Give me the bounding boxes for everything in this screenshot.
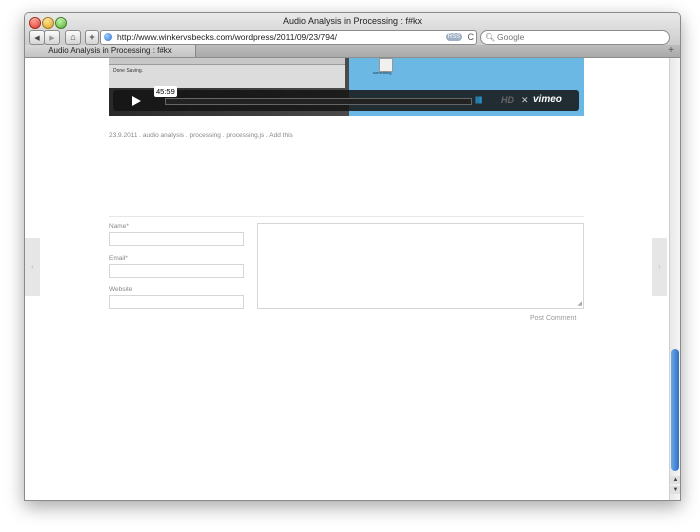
volume-icon[interactable]: |||||||| [475,97,482,104]
comment-textarea[interactable]: ◢ [257,223,584,309]
add-bookmark-button[interactable]: + [85,30,99,45]
search-input[interactable] [497,31,657,44]
tab-bar: Audio Analysis in Processing : f#kx + [25,45,680,57]
forward-button[interactable]: ▶ [44,30,60,45]
video-screen: Done Saving. [109,58,345,88]
desktop-file-label: something [373,70,392,75]
video-done-text: Done Saving. [113,68,144,74]
vimeo-logo[interactable]: vimeo [533,94,562,105]
website-label: Website [109,286,133,293]
fullscreen-icon[interactable]: ✕ [521,95,529,106]
video-progress-bar[interactable] [165,98,472,105]
rss-icon[interactable]: RSS [446,33,462,41]
page-content: Done Saving. something 45:59 |||||||| HD… [25,58,669,500]
globe-icon [104,33,112,41]
chevron-left-icon: ‹ [31,262,34,271]
email-label: Email* [109,255,128,262]
video-time: 45:59 [154,86,177,97]
video-screen-bar [109,58,345,65]
post-comment-button[interactable]: Post Comment [530,315,576,322]
scrollbar-thumb[interactable] [671,349,679,471]
next-post-arrow[interactable]: › [652,238,667,296]
home-button[interactable]: ⌂ [65,30,81,45]
name-field[interactable] [109,232,244,246]
chevron-right-icon: › [658,262,661,271]
play-icon[interactable] [123,93,149,109]
back-icon: ◀ [34,35,40,42]
new-tab-button[interactable]: + [668,45,674,57]
email-field[interactable] [109,264,244,278]
address-bar[interactable]: http://www.winkervsbecks.com/wordpress/2… [100,30,477,45]
comment-divider [109,216,584,217]
video-player[interactable]: Done Saving. something 45:59 |||||||| HD… [109,58,584,116]
name-label: Name* [109,223,129,230]
add-bookmark-icon: + [89,32,95,42]
back-button[interactable]: ◀ [29,30,45,45]
video-controls: 45:59 |||||||| HD ✕ vimeo [113,86,579,111]
window-title: Audio Analysis in Processing : f#kx [282,16,423,26]
website-field[interactable] [109,295,244,309]
prev-post-arrow[interactable]: ‹ [25,238,40,296]
browser-window: Audio Analysis in Processing : f#kx ◀ ▶ … [24,12,681,501]
home-icon: ⌂ [70,32,76,42]
reload-icon[interactable]: C [468,31,475,44]
tab-active[interactable]: Audio Analysis in Processing : f#kx [25,45,196,57]
scroll-down-icon[interactable]: ▼ [670,486,680,494]
resize-grip-icon[interactable]: ◢ [577,300,582,307]
forward-icon: ▶ [49,35,55,42]
tab-label: Audio Analysis in Processing : f#kx [48,46,172,55]
post-meta: 23.9.2011 . audio analysis . processing … [109,132,293,139]
search-field[interactable]: 🔍︎ [480,30,670,45]
search-icon: 🔍︎ [485,33,496,42]
vertical-scrollbar[interactable]: ▲ ▼ [669,58,680,500]
hd-toggle[interactable]: HD [501,95,514,105]
scroll-up-icon[interactable]: ▲ [670,476,680,484]
url-text: http://www.winkervsbecks.com/wordpress/2… [117,32,338,42]
